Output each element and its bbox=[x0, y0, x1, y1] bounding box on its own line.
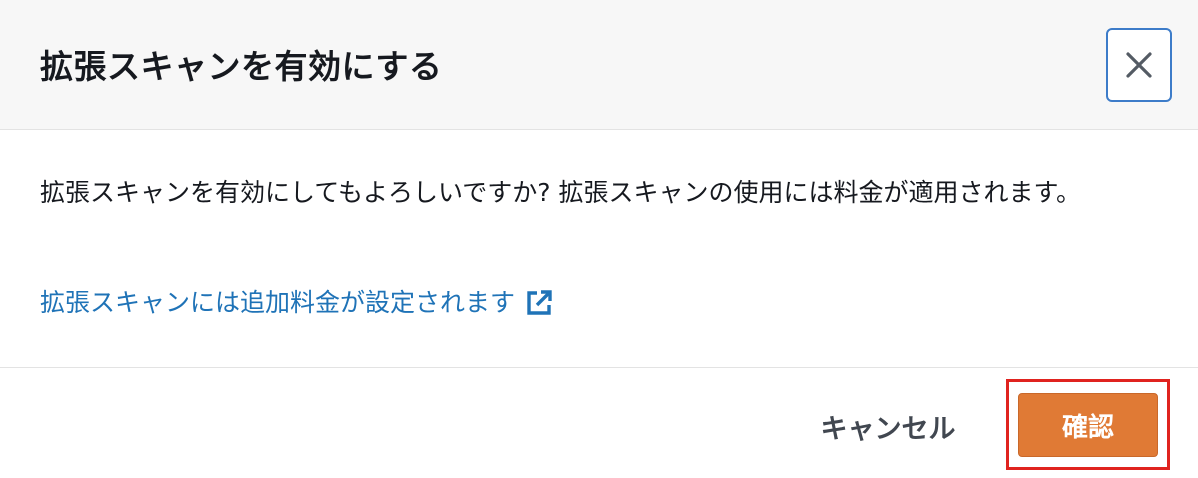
close-button[interactable] bbox=[1106, 28, 1172, 102]
confirm-button[interactable]: 確認 bbox=[1018, 393, 1158, 457]
dialog-header: 拡張スキャンを有効にする bbox=[0, 0, 1198, 130]
confirmation-message: 拡張スキャンを有効にしてもよろしいですか? 拡張スキャンの使用には料金が適用され… bbox=[40, 178, 1081, 207]
enable-enhanced-scanning-dialog: 拡張スキャンを有効にする 拡張スキャンを有効にしてもよろしいですか? 拡張スキャ… bbox=[0, 0, 1198, 478]
additional-charges-link-label: 拡張スキャンには追加料金が設定されます bbox=[40, 288, 516, 317]
external-link-icon bbox=[525, 289, 553, 317]
additional-charges-link[interactable]: 拡張スキャンには追加料金が設定されます bbox=[40, 285, 553, 321]
close-icon bbox=[1125, 51, 1153, 79]
dialog-title: 拡張スキャンを有効にする bbox=[40, 47, 443, 86]
dialog-body: 拡張スキャンを有効にしてもよろしいですか? 拡張スキャンの使用には料金が適用され… bbox=[0, 131, 1198, 367]
cancel-button[interactable]: キャンセル bbox=[808, 393, 968, 459]
dialog-footer: キャンセル 確認 bbox=[0, 367, 1198, 478]
